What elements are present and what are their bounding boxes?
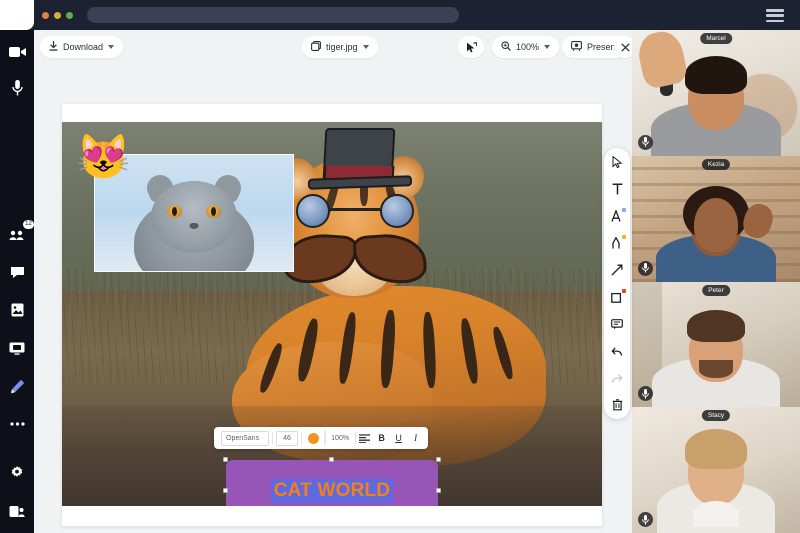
font-size-input[interactable]: 46 [276,431,298,446]
left-rail: 12 [0,30,34,533]
download-label: Download [63,42,103,52]
window-corner [0,0,34,30]
undo-arrow-icon[interactable] [609,343,625,359]
participant-name: Peter [702,285,730,296]
file-selector[interactable]: tiger.jpg [302,36,378,58]
cursor-arrow-icon[interactable] [609,154,625,170]
file-name-label: tiger.jpg [326,42,358,52]
resize-handle-e[interactable] [436,488,441,493]
opacity-label: 100% [331,435,349,442]
magnifier-icon [501,41,511,53]
video-camera-icon[interactable] [7,42,27,62]
minimize-window-dot[interactable] [54,12,61,19]
text-element[interactable]: CAT WORLD [226,460,438,506]
rail-group-tools: 12 [7,224,27,434]
annotation-tool-palette [604,148,630,419]
participant-tile[interactable]: Kezia [632,156,800,282]
file-stack-icon [311,41,321,53]
editor-area: Download tiger.jpg 100% [34,30,632,533]
comment-icon[interactable] [609,316,625,332]
font-family-input[interactable]: OpenSans [221,431,269,446]
text-element-value[interactable]: CAT WORLD [271,479,393,503]
heart-eyes-cat-emoji[interactable]: 😻 [76,136,131,180]
microphone-icon[interactable] [7,78,27,98]
rail-group-account [7,463,27,521]
zoom-control[interactable]: 100% [492,36,559,58]
app-window: 12 [0,0,800,533]
mic-status-icon[interactable] [638,512,653,527]
pen-nib-icon[interactable] [609,235,625,251]
resize-handle-w[interactable] [223,488,228,493]
participant-name: Kezia [702,159,730,170]
close-window-dot[interactable] [42,12,49,19]
traffic-lights[interactable] [42,12,73,19]
align-left-icon[interactable] [356,430,373,447]
participant-name: Stacy [702,410,730,421]
more-dots-icon[interactable] [7,414,27,434]
text-format-toolbar[interactable]: OpenSans 46 | 100% B [214,427,428,449]
canvas-viewport[interactable]: 😻 OpenSans 46 | 100% [34,62,632,533]
download-button[interactable]: Download [40,36,123,58]
tiger-photo[interactable]: 😻 OpenSans 46 | 100% [62,122,602,506]
resize-handle-ne[interactable] [436,457,441,462]
color-swatch[interactable] [308,433,319,444]
people-icon[interactable]: 12 [7,224,27,244]
title-bar [0,0,800,30]
top-hat-annotation[interactable] [308,128,412,202]
mic-status-icon[interactable] [638,261,653,276]
editor-toolbar: Download tiger.jpg 100% [34,30,632,62]
text-color-control[interactable]: | 100% [305,429,352,447]
text-t-icon[interactable] [609,181,625,197]
chevron-down-icon[interactable] [363,45,369,49]
trash-icon[interactable] [609,397,625,413]
chat-bubble-icon[interactable] [7,262,27,282]
handlebar-mustache-annotation[interactable] [284,234,426,288]
chevron-down-icon[interactable] [108,45,114,49]
download-icon [49,41,58,53]
underline-button[interactable]: U [390,430,407,447]
presentation-icon [571,41,582,53]
rail-group-av [7,42,27,98]
redo-arrow-icon[interactable] [609,370,625,386]
user-card-icon[interactable] [7,501,27,521]
participant-name: Marcel [700,33,732,44]
bold-button[interactable]: B [373,430,390,447]
italic-button[interactable]: I [407,430,424,447]
maximize-window-dot[interactable] [66,12,73,19]
participants-panel: Marcel Kezia Peter [632,30,800,533]
document-page: 😻 OpenSans 46 | 100% [62,104,602,526]
participants-badge: 12 [23,220,34,229]
address-bar[interactable] [87,7,459,23]
gear-icon[interactable] [7,463,27,483]
participant-tile[interactable]: Peter [632,282,800,408]
cursor-select-icon[interactable] [458,36,484,58]
participant-tile[interactable]: Marcel [632,30,800,156]
font-a-icon[interactable] [609,208,625,224]
participant-tile[interactable]: Stacy [632,407,800,533]
rectangle-icon[interactable] [609,289,625,305]
zoom-level-label: 100% [516,42,539,52]
mic-status-icon[interactable] [638,135,653,150]
pen-icon[interactable] [7,376,27,396]
image-file-icon[interactable] [7,300,27,320]
hamburger-icon[interactable] [766,9,784,22]
resize-handle-n[interactable] [329,457,334,462]
chevron-down-icon[interactable] [544,45,550,49]
resize-handle-nw[interactable] [223,457,228,462]
arrow-line-icon[interactable] [609,262,625,278]
screen-share-icon[interactable] [7,338,27,358]
